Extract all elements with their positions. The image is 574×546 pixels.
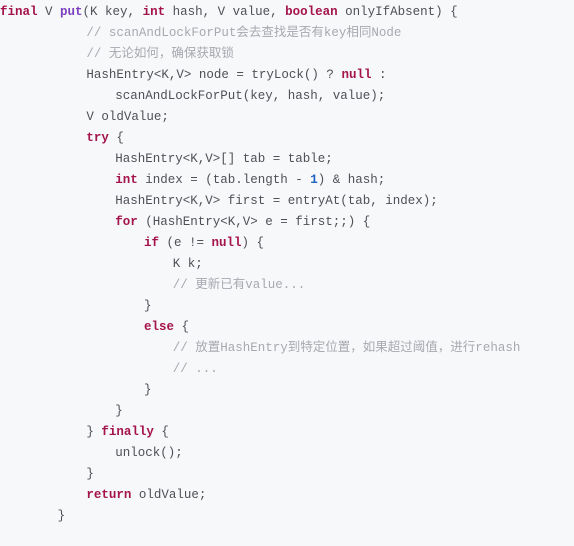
code-token-kw: if (144, 236, 160, 250)
code-token-cmt: // scanAndLockForPut会去查找是否有key相同Node (86, 26, 402, 40)
code-token-kw: else (144, 320, 175, 334)
code-token-cmt: // ... (172, 362, 218, 376)
code-token-plain: oldValue; (131, 488, 207, 502)
code-token-plain: scanAndLockForPut(key, hash, value); (115, 89, 386, 103)
code-token-plain: K k; (172, 257, 203, 271)
code-line: HashEntry<K,V> first = entryAt(tab, inde… (0, 191, 574, 212)
code-token-plain: HashEntry<K,V>[] tab = table; (115, 152, 333, 166)
code-line: for (HashEntry<K,V> e = first;;) { (0, 212, 574, 233)
code-token-plain: ) { (241, 236, 265, 250)
code-token-plain: unlock(); (115, 446, 183, 460)
code-token-plain: { (174, 320, 190, 334)
code-block[interactable]: final V put(K key, int hash, V value, bo… (0, 0, 574, 546)
code-token-plain: } (57, 509, 66, 523)
code-token-plain: } (144, 383, 152, 397)
code-line: K k; (0, 254, 574, 275)
code-token-plain: (e != (159, 236, 212, 250)
code-token-plain: V oldValue; (86, 110, 169, 124)
code-line: unlock(); (0, 443, 574, 464)
code-line: } (0, 506, 574, 527)
code-line: return oldValue; (0, 485, 574, 506)
code-token-cmt: // 放置HashEntry到特定位置，如果超过阈值，进行rehash (172, 341, 521, 355)
code-token-plain: : (371, 68, 387, 82)
code-token-kw: for (115, 215, 138, 229)
code-line: // 放置HashEntry到特定位置，如果超过阈值，进行rehash (0, 338, 574, 359)
code-line: HashEntry<K,V>[] tab = table; (0, 149, 574, 170)
code-line: } (0, 380, 574, 401)
code-token-plain: (K key, (82, 5, 143, 19)
code-token-kw: finally (101, 425, 154, 439)
code-token-kw: boolean (285, 5, 338, 19)
code-line: } finally { (0, 422, 574, 443)
code-token-kw: null (341, 68, 372, 82)
code-line: // 无论如何，确保获取锁 (0, 44, 574, 65)
code-line: if (e != null) { (0, 233, 574, 254)
code-line: else { (0, 317, 574, 338)
code-token-kw: try (86, 131, 109, 145)
code-token-cmt: // 无论如何，确保获取锁 (86, 47, 234, 61)
code-token-plain: } (115, 404, 123, 418)
code-token-plain: V (37, 5, 61, 19)
code-line: V oldValue; (0, 107, 574, 128)
code-token-cmt: // 更新已有value... (172, 278, 306, 292)
code-line: HashEntry<K,V> node = tryLock() ? null : (0, 65, 574, 86)
code-token-kw: return (86, 488, 132, 502)
code-token-fn: put (60, 5, 83, 19)
code-token-kw: int (142, 5, 166, 19)
code-token-plain: onlyIfAbsent) { (337, 5, 458, 19)
code-token-plain: } (86, 467, 94, 481)
code-token-plain: index = (tab.length - (137, 173, 311, 187)
code-token-plain: HashEntry<K,V> first = entryAt(tab, inde… (115, 194, 438, 208)
code-token-plain: ) & hash; (317, 173, 386, 187)
code-token-plain: { (108, 131, 124, 145)
code-line: } (0, 296, 574, 317)
code-token-plain: } (144, 299, 152, 313)
code-line: // ... (0, 359, 574, 380)
code-token-kw: final (0, 5, 38, 19)
code-line: } (0, 464, 574, 485)
code-token-plain: } (86, 425, 102, 439)
code-token-kw: int (115, 173, 138, 187)
code-line: // scanAndLockForPut会去查找是否有key相同Node (0, 23, 574, 44)
code-token-kw: null (211, 236, 242, 250)
code-line: // 更新已有value... (0, 275, 574, 296)
code-token-num: 1 (310, 173, 318, 187)
code-line: try { (0, 128, 574, 149)
code-token-plain: { (153, 425, 169, 439)
code-token-plain: hash, V value, (165, 5, 286, 19)
code-line: scanAndLockForPut(key, hash, value); (0, 86, 574, 107)
code-line: final V put(K key, int hash, V value, bo… (0, 2, 574, 23)
code-token-plain: (HashEntry<K,V> e = first;;) { (137, 215, 371, 229)
code-token-plain: HashEntry<K,V> node = tryLock() ? (86, 68, 342, 82)
code-line: int index = (tab.length - 1) & hash; (0, 170, 574, 191)
code-line: } (0, 401, 574, 422)
